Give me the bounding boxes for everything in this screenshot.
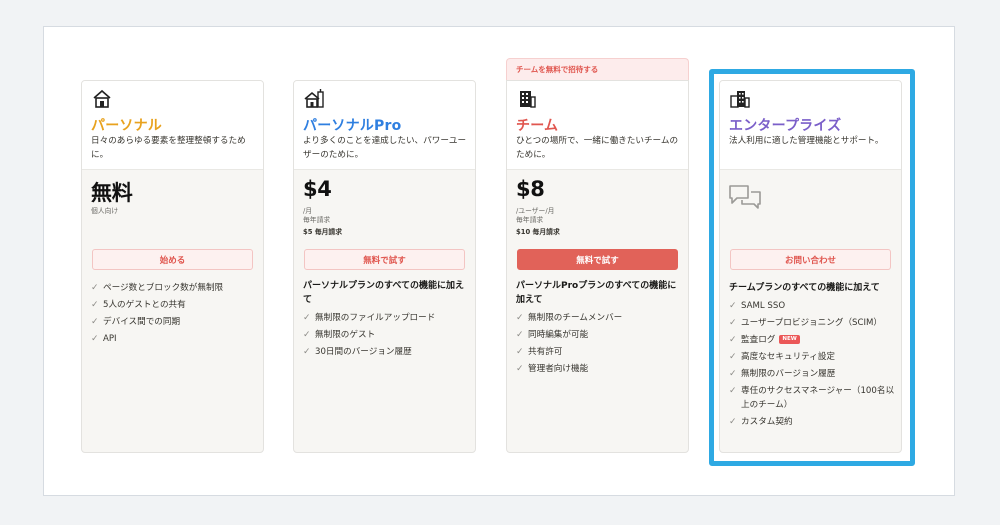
feature-item: ✓ 管理者向け機能 [516,364,589,374]
plan-card-personal: パーソナル 日々のあらゆる要素を整理整頓するために。 無料 個人向け 始める ✓… [81,80,264,453]
feature-list: ✓ 無制限のファイルアップロード ✓ 無制限のゲスト ✓ 30日間のバージョン履歴 [303,311,469,362]
feature-item: ✓ ページ数とブロック数が無制限 [91,283,224,293]
price-monthly: $10 毎月請求 [516,228,560,236]
check-icon: ✓ [91,334,99,344]
try-free-button[interactable]: 無料で試す [304,249,465,270]
feature-item: ✓ 5人のゲストとの共有 [91,300,186,310]
price-billing: 毎年請求 [516,216,544,224]
feature-item: ✓ 無制限のゲスト [303,330,376,340]
check-icon: ✓ [91,283,99,293]
check-icon: ✓ [303,347,311,357]
price-monthly: $5 毎月請求 [303,228,343,236]
house-plus-icon [304,89,324,108]
enterprise-highlight-outline [709,69,915,466]
check-icon: ✓ [91,300,99,310]
check-icon: ✓ [516,330,524,340]
feature-item: ✓ 共有許可 [516,347,563,357]
plan-name: パーソナル [91,118,162,134]
check-icon: ✓ [91,317,99,327]
features-heading: パーソナルプランのすべての機能に加えて [303,281,465,305]
check-icon: ✓ [516,364,524,374]
check-icon: ✓ [303,330,311,340]
plan-description: 日々のあらゆる要素を整理整頓するために。 [91,136,246,160]
plan-price: 無料 [91,181,133,205]
feature-item: ✓ 無制限のチームメンバー [516,313,623,323]
house-icon [93,89,111,108]
check-icon: ✓ [516,313,524,323]
building-icon [520,91,536,108]
price-note: 個人向け [91,207,119,215]
feature-item: ✓ 無制限のファイルアップロード [303,313,436,323]
plan-card-personal-pro: パーソナルPro より多くのことを達成したい、パワーユーザーのために。 $4 /… [293,80,476,453]
try-free-button[interactable]: 無料で試す [517,249,678,270]
plan-name: チーム [516,118,559,134]
feature-item: ✓ 同時編集が可能 [516,330,589,340]
plan-description: より多くのことを達成したい、パワーユーザーのために。 [303,136,467,160]
plan-price: $8 [516,177,545,201]
feature-item: ✓ 30日間のバージョン履歴 [303,347,412,357]
features-heading: パーソナルProプランのすべての機能に加えて [516,281,677,305]
plan-price: $4 [303,177,332,201]
plan-name: パーソナルPro [303,118,402,134]
check-icon: ✓ [303,313,311,323]
feature-list: ✓ ページ数とブロック数が無制限 ✓ 5人のゲストとの共有 ✓ デバイス間での同期 ✓… [91,281,257,349]
plan-description: ひとつの場所で、一緒に働きたいチームのために。 [516,136,679,160]
feature-list: ✓ 無制限のチームメンバー ✓ 同時編集が可能 ✓ 共有許可 ✓ 管理者向け機能 [516,311,682,379]
plan-card-team: チーム ひとつの場所で、一緒に働きたいチームのために。 $8 /ユーザー/月 毎… [506,80,689,453]
check-icon: ✓ [516,347,524,357]
team-invite-banner: チームを無料で招待する [506,58,689,80]
feature-item: ✓ デバイス間での同期 [91,317,181,327]
feature-item: ✓ API [91,334,117,344]
price-billing: 毎年請求 [303,216,331,224]
get-started-button[interactable]: 始める [92,249,253,270]
